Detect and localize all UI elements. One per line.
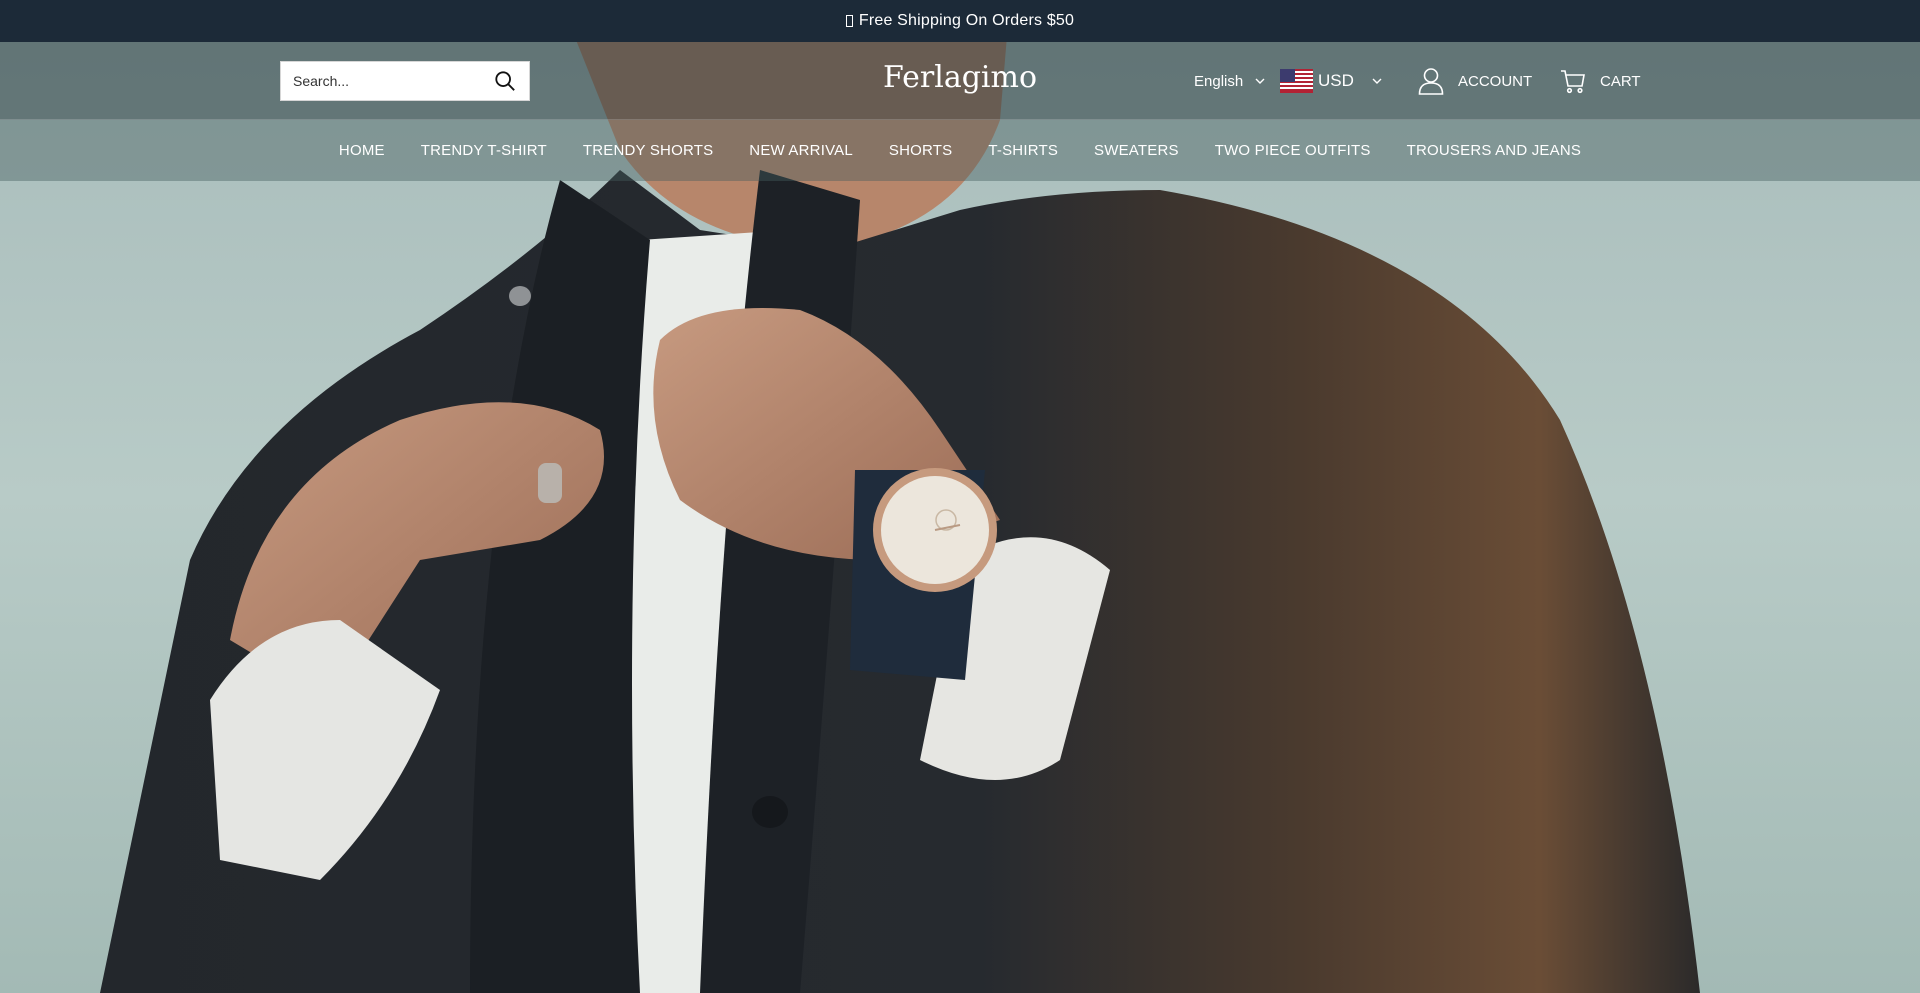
user-icon	[1418, 67, 1444, 95]
cart-link[interactable]: CART	[1560, 66, 1641, 96]
box-glyph-icon	[845, 15, 853, 27]
nav-item-home[interactable]: HOME	[339, 142, 385, 159]
announcement-bar: Free Shipping On Orders $50	[0, 0, 1920, 42]
site-logo[interactable]: Ferlagimo	[883, 60, 1037, 95]
currency-selector[interactable]: USD	[1280, 68, 1382, 94]
language-selected: English	[1194, 72, 1244, 90]
cart-label: CART	[1600, 72, 1641, 90]
currency-selected: USD	[1318, 71, 1354, 90]
language-selector[interactable]: English	[1194, 70, 1265, 92]
nav-item-trousers-and-jeans[interactable]: TROUSERS AND JEANS	[1407, 142, 1581, 159]
account-label: ACCOUNT	[1458, 72, 1533, 90]
search-box	[280, 61, 530, 101]
search-icon[interactable]	[493, 69, 517, 93]
nav-item-trendy-shorts[interactable]: TRENDY SHORTS	[583, 142, 713, 159]
nav-item-two-piece-outfits[interactable]: TWO PIECE OUTFITS	[1215, 142, 1371, 159]
main-nav: HOME TRENDY T-SHIRT TRENDY SHORTS NEW AR…	[0, 120, 1920, 181]
nav-item-sweaters[interactable]: SWEATERS	[1094, 142, 1179, 159]
site-header: Ferlagimo English USD	[0, 42, 1920, 120]
cart-icon	[1560, 68, 1586, 94]
nav-item-t-shirts[interactable]: T-SHIRTS	[988, 142, 1058, 159]
chevron-down-icon	[1372, 77, 1382, 85]
us-flag-icon	[1280, 69, 1313, 93]
chevron-down-icon	[1255, 77, 1265, 85]
announcement-text: Free Shipping On Orders $50	[858, 12, 1075, 29]
search-input[interactable]	[293, 73, 493, 89]
nav-item-shorts[interactable]: SHORTS	[889, 142, 952, 159]
account-link[interactable]: ACCOUNT	[1418, 66, 1532, 96]
nav-item-new-arrival[interactable]: NEW ARRIVAL	[749, 142, 853, 159]
nav-item-trendy-t-shirt[interactable]: TRENDY T-SHIRT	[421, 142, 547, 159]
